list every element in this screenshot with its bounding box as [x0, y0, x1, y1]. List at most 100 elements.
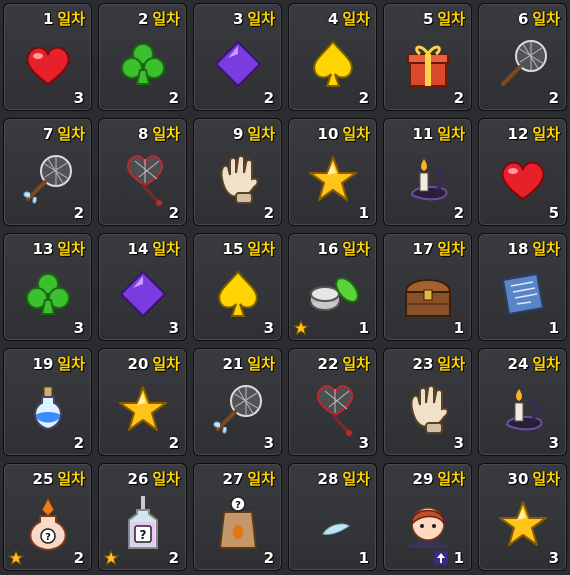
- reward-slot-day-22[interactable]: 22 일차 3: [288, 348, 377, 456]
- day-number: 27: [222, 470, 244, 488]
- reward-slot-day-30[interactable]: 30 일차 3: [478, 463, 567, 571]
- day-label: 2 일차: [138, 8, 180, 29]
- day-number: 22: [317, 355, 339, 373]
- reward-quantity: 1: [453, 549, 464, 567]
- reward-slot-day-27[interactable]: 27 일차? 2: [193, 463, 282, 571]
- reward-slot-day-10[interactable]: 10 일차 1: [288, 118, 377, 226]
- tins-icon: [303, 264, 363, 324]
- reward-slot-day-26[interactable]: 26 일차? 2: [98, 463, 187, 571]
- day-number: 29: [412, 470, 434, 488]
- reward-slot-day-18[interactable]: 18 일차 1: [478, 233, 567, 341]
- reward-slot-day-17[interactable]: 17 일차 1: [383, 233, 472, 341]
- day-suffix: 일차: [342, 355, 370, 373]
- reward-slot-day-13[interactable]: 13 일차 3: [3, 233, 92, 341]
- attendance-reward-grid: 1 일차 3 2 일차 2 3 일차 2 4 일차 2 5 일차 2 6 일차 2 7 일차 2 8 일차 2 9 일차 2 10…: [0, 0, 570, 575]
- reward-slot-day-29[interactable]: 29 일차 1: [383, 463, 472, 571]
- day-suffix: 일차: [437, 470, 465, 488]
- gift-box-icon: [398, 34, 458, 94]
- day-label: 28 일차: [318, 468, 370, 489]
- day-label: 17 일차: [413, 238, 465, 259]
- reward-quantity: 2: [263, 89, 274, 107]
- reward-quantity: 2: [73, 204, 84, 222]
- reward-slot-day-9[interactable]: 9 일차 2: [193, 118, 282, 226]
- scroll-icon: [493, 264, 553, 324]
- reward-slot-day-14[interactable]: 14 일차 3: [98, 233, 187, 341]
- day-label: 21 일차: [223, 353, 275, 374]
- winged-bug-net-icon: [18, 149, 78, 209]
- day-suffix: 일차: [532, 240, 560, 258]
- day-label: 26 일차: [128, 468, 180, 489]
- day-number: 19: [32, 355, 54, 373]
- reward-slot-day-3[interactable]: 3 일차 2: [193, 3, 282, 111]
- reward-slot-day-6[interactable]: 6 일차 2: [478, 3, 567, 111]
- reward-slot-day-25[interactable]: 25 일차? 2: [3, 463, 92, 571]
- diamond-icon: [208, 34, 268, 94]
- heart-icon: [493, 149, 553, 209]
- day-label: 7 일차: [43, 123, 85, 144]
- day-label: 25 일차: [33, 468, 85, 489]
- day-label: 29 일차: [413, 468, 465, 489]
- day-suffix: 일차: [247, 10, 275, 28]
- day-suffix: 일차: [532, 470, 560, 488]
- reward-slot-day-19[interactable]: 19 일차 2: [3, 348, 92, 456]
- day-suffix: 일차: [152, 355, 180, 373]
- reward-slot-day-4[interactable]: 4 일차 2: [288, 3, 377, 111]
- winged-bug-net-icon: [208, 379, 268, 439]
- reward-slot-day-2[interactable]: 2 일차 2: [98, 3, 187, 111]
- spade-icon: [208, 264, 268, 324]
- day-suffix: 일차: [342, 10, 370, 28]
- day-suffix: 일차: [437, 125, 465, 143]
- day-suffix: 일차: [152, 470, 180, 488]
- day-label: 10 일차: [318, 123, 370, 144]
- day-suffix: 일차: [342, 240, 370, 258]
- reward-quantity: 1: [548, 319, 559, 337]
- day-suffix: 일차: [247, 470, 275, 488]
- upgrade-arrow-badge-icon: [433, 550, 449, 566]
- heart-bug-net-icon: [303, 379, 363, 439]
- reward-quantity: 1: [358, 549, 369, 567]
- day-number: 3: [232, 10, 244, 28]
- reward-quantity: 3: [548, 549, 559, 567]
- svg-text:?: ?: [235, 500, 241, 511]
- day-number: 28: [317, 470, 339, 488]
- day-suffix: 일차: [152, 240, 180, 258]
- reward-quantity: 3: [358, 434, 369, 452]
- reward-quantity: 2: [168, 434, 179, 452]
- reward-slot-day-8[interactable]: 8 일차 2: [98, 118, 187, 226]
- day-number: 16: [317, 240, 339, 258]
- reward-quantity: 1: [453, 319, 464, 337]
- reward-slot-day-11[interactable]: 11 일차 2: [383, 118, 472, 226]
- reward-slot-day-5[interactable]: 5 일차 2: [383, 3, 472, 111]
- day-number: 17: [412, 240, 434, 258]
- reward-slot-day-21[interactable]: 21 일차 3: [193, 348, 282, 456]
- reward-quantity: 2: [358, 89, 369, 107]
- day-number: 18: [507, 240, 529, 258]
- day-suffix: 일차: [57, 10, 85, 28]
- reward-slot-day-20[interactable]: 20 일차 2: [98, 348, 187, 456]
- reward-slot-day-12[interactable]: 12 일차 5: [478, 118, 567, 226]
- reward-quantity: 3: [73, 89, 84, 107]
- reward-slot-day-16[interactable]: 16 일차 1: [288, 233, 377, 341]
- reward-slot-day-24[interactable]: 24 일차 3: [478, 348, 567, 456]
- reward-slot-day-7[interactable]: 7 일차 2: [3, 118, 92, 226]
- reward-quantity: 3: [73, 319, 84, 337]
- star-badge-icon: [292, 319, 310, 336]
- day-label: 11 일차: [413, 123, 465, 144]
- reward-quantity: 2: [168, 204, 179, 222]
- reward-slot-day-15[interactable]: 15 일차 3: [193, 233, 282, 341]
- reward-slot-day-23[interactable]: 23 일차 3: [383, 348, 472, 456]
- reward-quantity: 2: [263, 549, 274, 567]
- potion-icon: [18, 379, 78, 439]
- day-label: 24 일차: [508, 353, 560, 374]
- reward-quantity: 3: [548, 434, 559, 452]
- feather-icon: [303, 494, 363, 554]
- reward-slot-day-28[interactable]: 28 일차 1: [288, 463, 377, 571]
- day-number: 10: [317, 125, 339, 143]
- day-number: 1: [42, 10, 54, 28]
- day-suffix: 일차: [57, 125, 85, 143]
- reward-slot-day-1[interactable]: 1 일차 3: [3, 3, 92, 111]
- star-icon: [303, 149, 363, 209]
- day-label: 23 일차: [413, 353, 465, 374]
- reward-quantity: 5: [548, 204, 559, 222]
- day-number: 5: [422, 10, 434, 28]
